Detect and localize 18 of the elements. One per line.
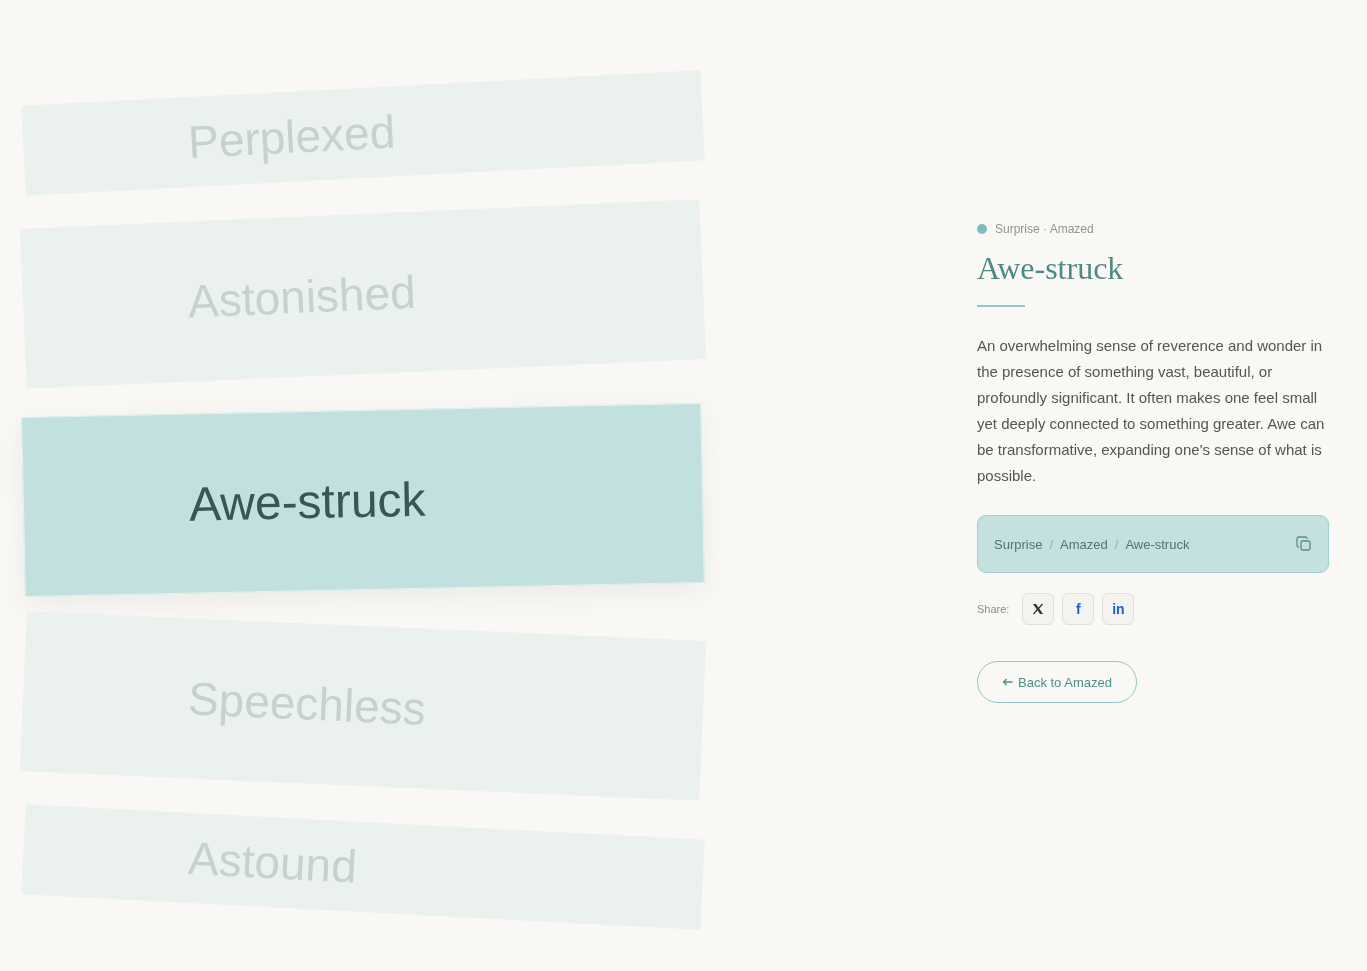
emotion-description: An overwhelming sense of reverence and wonder in the presence of something vast, beautiful, or profoundly significant. It often makes one feel small yet deeply connected to something greater. Awe can be transformative, expanding one's sense of what is possible. xyxy=(977,336,1326,486)
path-separator: / xyxy=(1049,536,1054,552)
share-button[interactable]: in xyxy=(1102,593,1135,625)
share-button[interactable]: f xyxy=(1062,593,1095,625)
copy-icon xyxy=(1296,536,1312,552)
category-label: Surprise · Amazed xyxy=(995,222,1094,236)
share-button[interactable] xyxy=(1022,593,1055,625)
x-logo-icon xyxy=(1032,603,1045,615)
path-label: Awe-struck xyxy=(1125,536,1190,552)
path-label: Surprise xyxy=(994,536,1043,552)
arrow-left-icon xyxy=(1002,678,1013,686)
emotion-title: Awe-struck xyxy=(977,250,1125,287)
path-label: Amazed xyxy=(1060,536,1108,552)
category-dot xyxy=(977,224,987,234)
path-separator: / xyxy=(1114,536,1119,552)
copy-button[interactable] xyxy=(1296,536,1312,552)
emotion-card[interactable]: Awe-struck xyxy=(21,402,705,598)
share-label: Share: xyxy=(977,603,1010,615)
